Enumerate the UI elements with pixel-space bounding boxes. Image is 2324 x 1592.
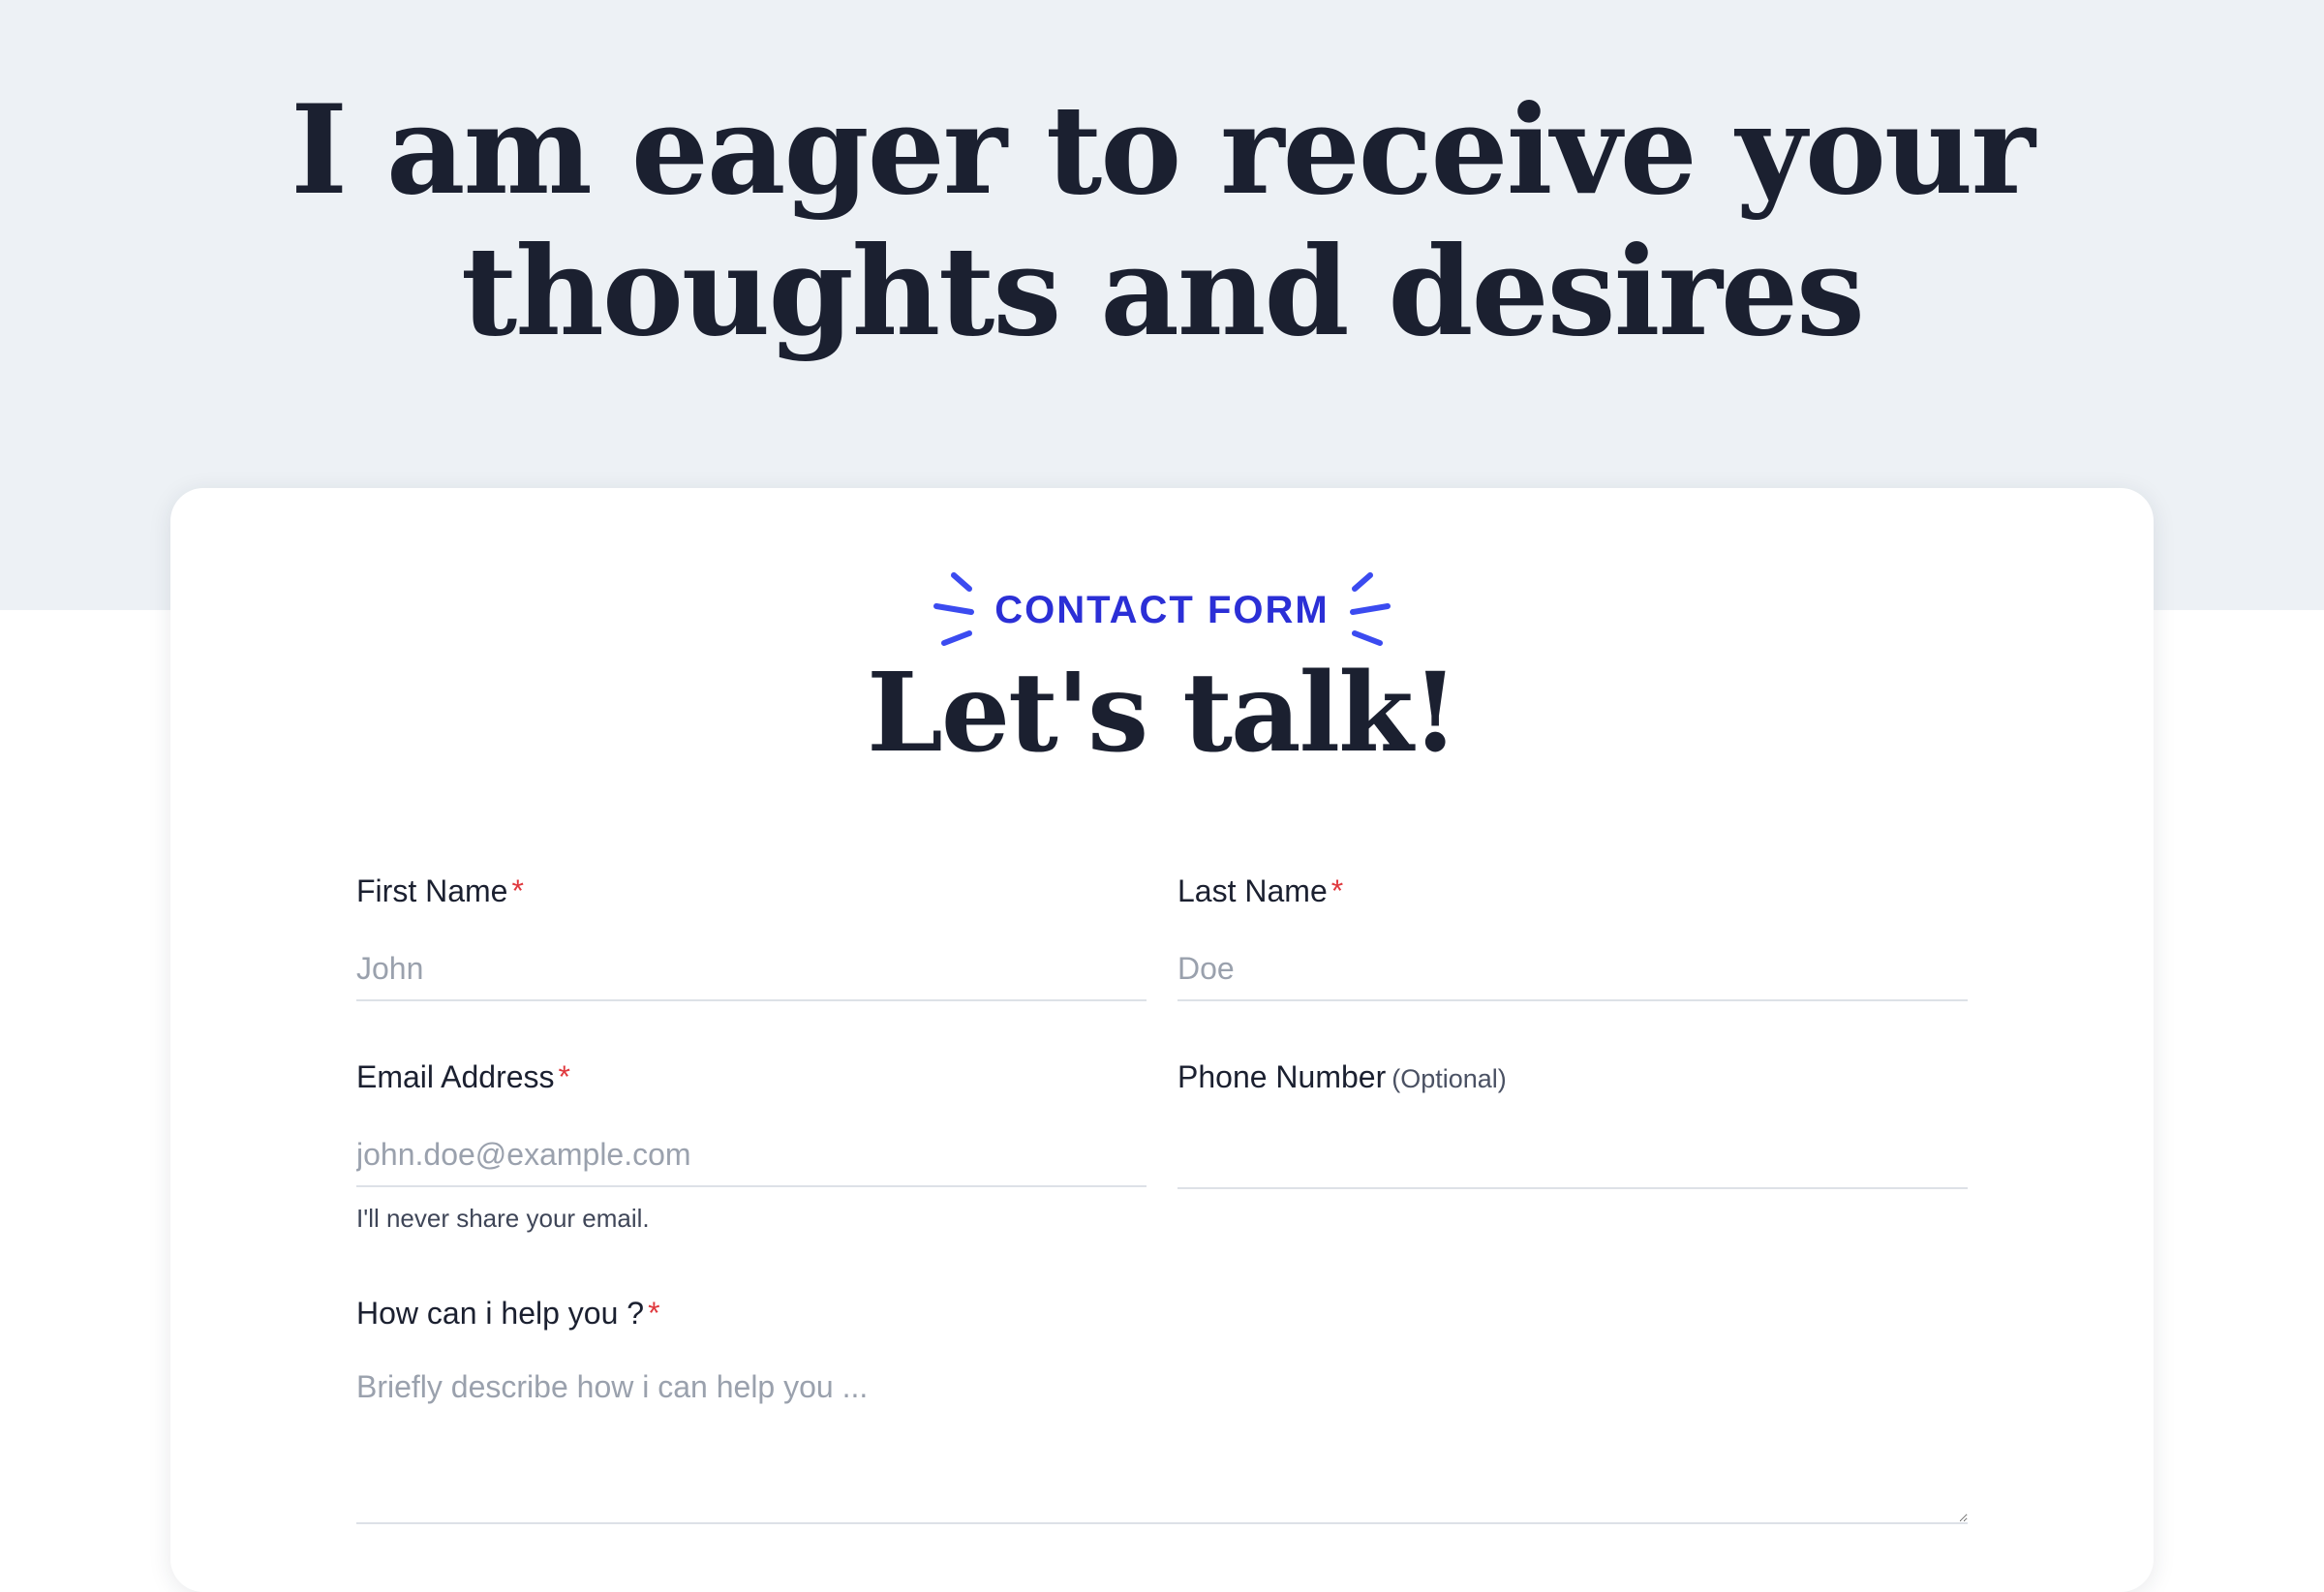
email-input[interactable] <box>356 1123 1147 1187</box>
email-help-text: I'll never share your email. <box>356 1204 650 1233</box>
optional-tag: (Optional) <box>1391 1064 1507 1093</box>
phone-label-text: Phone Number <box>1177 1059 1387 1094</box>
first-name-input[interactable] <box>356 937 1147 1001</box>
phone-input[interactable] <box>1177 1125 1968 1189</box>
email-label-text: Email Address <box>356 1059 555 1094</box>
hero-title-line-2: thoughts and desires <box>461 220 1865 363</box>
contact-form-label: CONTACT FORM <box>994 589 1330 631</box>
last-name-label: Last Name * <box>1177 872 1968 910</box>
message-textarea[interactable] <box>356 1360 1968 1524</box>
message-label-text: How can i help you ? <box>356 1296 645 1331</box>
required-marker: * <box>1330 873 1344 908</box>
contact-form-card: CONTACT FORM Let's talk! First Name* Las… <box>170 488 2154 1592</box>
required-marker: * <box>648 1296 660 1331</box>
email-label: Email Address * <box>356 1057 1147 1096</box>
form-title: Let's talk! <box>867 650 1459 777</box>
last-name-input[interactable] <box>1177 937 1968 1001</box>
message-field: How can i help you ? * <box>356 1294 1968 1524</box>
required-marker: * <box>558 1059 570 1094</box>
hero-title: I am eager to receive your thoughts and … <box>0 79 2324 362</box>
phone-label: Phone Number (Optional) <box>1177 1057 1968 1098</box>
sparkle-left-icon <box>933 572 975 646</box>
last-name-label-text: Last Name <box>1177 873 1328 908</box>
first-name-field: First Name * <box>356 872 1147 1001</box>
message-label: How can i help you ? * <box>356 1294 1968 1332</box>
contact-form-eyebrow: CONTACT FORM <box>170 572 2154 646</box>
first-name-label-text: First Name <box>356 873 508 908</box>
phone-field: Phone Number (Optional) <box>1177 1057 1968 1189</box>
hero-title-line-1: I am eager to receive your <box>290 78 2035 222</box>
required-marker: * <box>511 873 524 908</box>
sparkle-right-icon <box>1349 572 1391 646</box>
email-field: Email Address* I'll never share your ema… <box>356 1057 1147 1234</box>
last-name-field: Last Name * <box>1177 872 1968 1001</box>
first-name-label: First Name * <box>356 872 1147 910</box>
